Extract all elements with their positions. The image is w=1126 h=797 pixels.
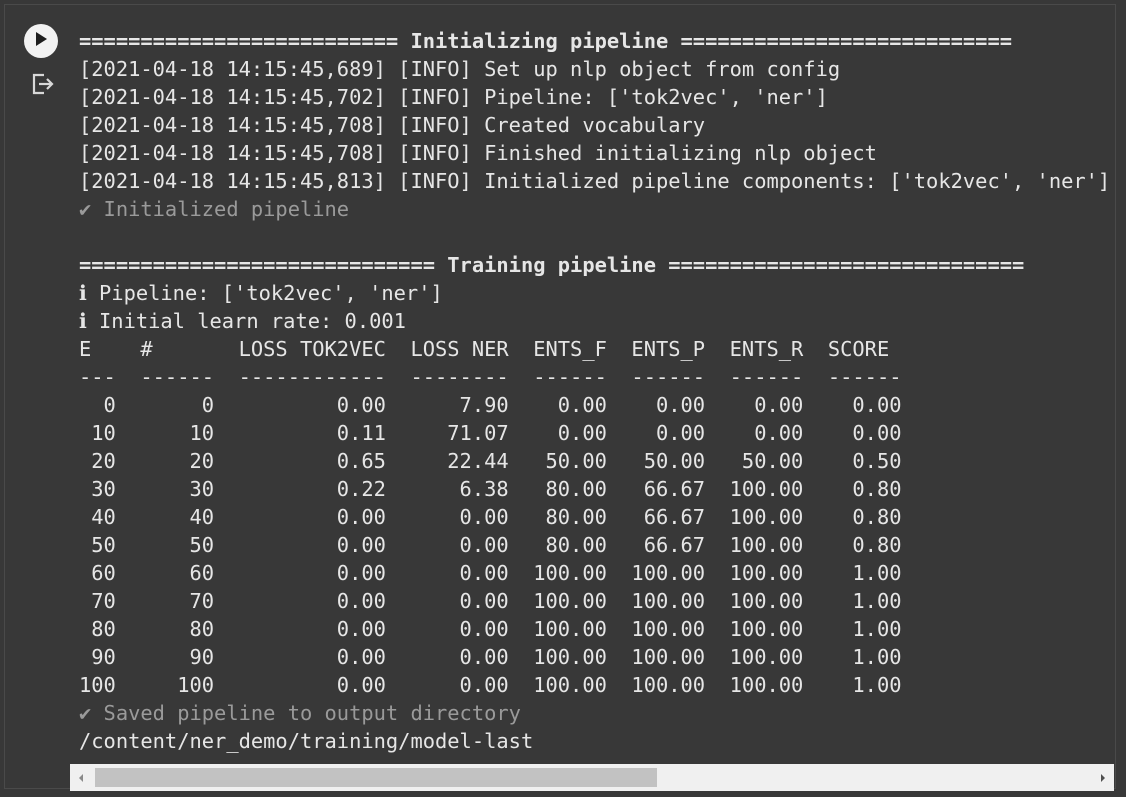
scroll-right-button[interactable] (1092, 764, 1114, 791)
output-line: 80 80 0.00 0.00 100.00 100.00 100.00 1.0… (79, 617, 902, 641)
output-line: [2021-04-18 14:15:45,708] [INFO] Finishe… (79, 141, 877, 165)
output-line: 20 20 0.65 22.44 50.00 50.00 50.00 0.50 (79, 449, 902, 473)
output-line: [2021-04-18 14:15:45,813] [INFO] Initial… (79, 169, 1111, 193)
output-line: [2021-04-18 14:15:45,708] [INFO] Created… (79, 113, 706, 137)
output-line: 0 0 0.00 7.90 0.00 0.00 0.00 0.00 (79, 393, 902, 417)
play-icon (34, 31, 48, 51)
run-cell-button[interactable] (24, 24, 58, 58)
output-line: [2021-04-18 14:15:45,702] [INFO] Pipelin… (79, 85, 828, 109)
output-line: ✔ Initialized pipeline (79, 197, 350, 221)
output-line: 60 60 0.00 0.00 100.00 100.00 100.00 1.0… (79, 561, 902, 585)
output-line: 50 50 0.00 0.00 80.00 66.67 100.00 0.80 (79, 533, 902, 557)
output-line: ℹ Initial learn rate: 0.001 (79, 309, 406, 333)
output-line: 10 10 0.11 71.07 0.00 0.00 0.00 0.00 (79, 421, 902, 445)
cell-output: ========================== Initializing … (79, 27, 1116, 767)
output-line: E # LOSS TOK2VEC LOSS NER ENTS_F ENTS_P … (79, 337, 902, 361)
output-line: ✔ Saved pipeline to output directory (79, 701, 521, 725)
output-line: 70 70 0.00 0.00 100.00 100.00 100.00 1.0… (79, 589, 902, 613)
scroll-left-button[interactable] (70, 764, 92, 791)
output-line: ℹ Pipeline: ['tok2vec', 'ner'] (79, 281, 443, 305)
scroll-thumb[interactable] (95, 768, 657, 787)
output-line: 30 30 0.22 6.38 80.00 66.67 100.00 0.80 (79, 477, 902, 501)
output-menu-button[interactable] (30, 73, 56, 99)
output-line: ========================== Initializing … (79, 29, 1012, 53)
output-line: [2021-04-18 14:15:45,689] [INFO] Set up … (79, 57, 841, 81)
horizontal-scrollbar[interactable] (70, 764, 1114, 791)
output-line: --- ------ ------------ -------- ------ … (79, 365, 902, 389)
output-export-icon (31, 73, 55, 99)
scroll-left-icon (77, 768, 85, 787)
output-line: /content/ner_demo/training/model-last (79, 729, 534, 753)
output-line: 90 90 0.00 0.00 100.00 100.00 100.00 1.0… (79, 645, 902, 669)
output-line: 100 100 0.00 0.00 100.00 100.00 100.00 1… (79, 673, 902, 697)
scroll-right-icon (1099, 768, 1107, 787)
output-line: 40 40 0.00 0.00 80.00 66.67 100.00 0.80 (79, 505, 902, 529)
output-line: ============================= Training p… (79, 253, 1025, 277)
notebook-cell: ========================== Initializing … (4, 4, 1116, 789)
